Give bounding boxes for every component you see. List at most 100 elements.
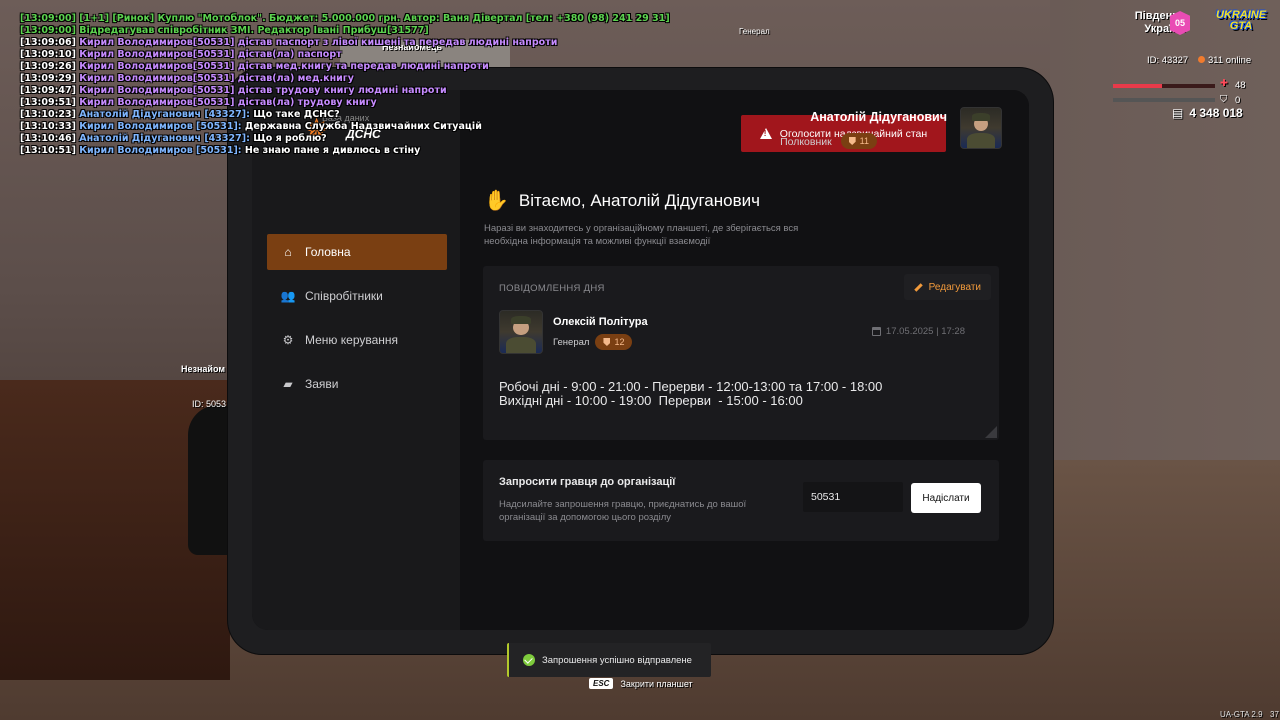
- hud-online: 311 online: [1198, 55, 1251, 66]
- corner-number: 37: [1270, 710, 1279, 719]
- background-wall: [1050, 0, 1280, 460]
- health-bar: [1113, 84, 1215, 88]
- sidebar-item-0[interactable]: ⌂ Головна: [267, 234, 447, 270]
- chat-text: Анатолій Дідуганович [43327]:: [75, 109, 250, 120]
- success-toast: Запрошення успішно відправлене: [507, 643, 711, 677]
- edit-button[interactable]: Редагувати: [903, 274, 991, 300]
- welcome-subtitle: Наразі ви знаходитесь у організаційному …: [484, 223, 799, 247]
- armor-value: 0: [1235, 95, 1241, 106]
- sidebar-item-1[interactable]: 👥 Співробітники: [267, 278, 447, 314]
- user-avatar: [960, 107, 1002, 149]
- chat-line: [13:09:00] Відредагував співробітник ЗМІ…: [20, 25, 670, 37]
- pencil-icon: [913, 282, 923, 292]
- chat-message: Державна Служба Надзвичайних Ситуацій: [241, 121, 482, 132]
- chat-timestamp: [13:10:33]: [20, 121, 76, 132]
- money-value: 4 348 018: [1189, 106, 1243, 120]
- chat-text: [13:09:00] Відредагував співробітник ЗМІ…: [20, 25, 429, 36]
- author-avatar: [499, 310, 543, 354]
- chat-timestamp: [13:09:51]: [20, 97, 76, 108]
- chat-timestamp: [13:10:46]: [20, 133, 76, 144]
- chat-text: [13:09:00] [1+1] [Ринок] Куплю "Мотоблок…: [20, 13, 670, 24]
- chat-timestamp: [13:10:23]: [20, 109, 76, 120]
- chat-line: [13:09:47] Кирил Володимиров[50531] діст…: [20, 85, 670, 97]
- health-bar-fill: [1113, 84, 1162, 88]
- users-icon: 👥: [280, 289, 296, 303]
- sidebar-item-label: Меню керування: [305, 333, 399, 347]
- author-rank-level: 12: [614, 337, 625, 347]
- avatar-cap: [971, 112, 991, 121]
- message-text: Робочі дні - 9:00 - 21:00 - Перерви - 12…: [499, 379, 883, 408]
- edit-button-label: Редагувати: [928, 281, 981, 293]
- world-label-id: ID: 5053: [192, 399, 227, 409]
- invite-description: Надсилайте запрошення гравцю, приєднатис…: [499, 499, 747, 523]
- user-rank-label: Полковник: [780, 136, 832, 148]
- invite-id-input[interactable]: [803, 482, 903, 512]
- chat-text: Анатолій Дідуганович [43327]:: [75, 133, 250, 144]
- chat-line: [13:09:00] [1+1] [Ринок] Куплю "Мотоблок…: [20, 13, 670, 25]
- chat-timestamp: [13:09:10]: [20, 49, 76, 60]
- waving-hand-icon: ✋: [484, 190, 509, 212]
- chat-text: Кирил Володимиров[50531] дістав(ла) мед.…: [75, 73, 354, 84]
- chat-line: [13:09:10] Кирил Володимиров[50531] діст…: [20, 49, 670, 61]
- rank-shield-icon: [848, 137, 856, 145]
- world-label-unknown: Незнайом: [181, 364, 225, 374]
- chat-text: Кирил Володимиров[50531] дістав(ла) труд…: [75, 97, 377, 108]
- message-date-text: 17.05.2025 | 17:28: [885, 326, 965, 337]
- sidebar-item-label: Заяви: [305, 377, 339, 391]
- resize-handle-icon[interactable]: [985, 426, 997, 438]
- chat-text: Кирил Володимиров[50531] дістав мед.книг…: [75, 61, 489, 72]
- esc-key[interactable]: ESC: [589, 678, 614, 689]
- chat-message: Що таке ДСНС?: [249, 109, 340, 120]
- rank-shield-icon: [603, 338, 611, 346]
- online-dot-icon: [1198, 56, 1205, 63]
- chat-timestamp: [13:09:06]: [20, 37, 76, 48]
- close-tablet-hint: ESC Закрити планшет: [589, 678, 693, 689]
- world-label-general: Генерал: [739, 27, 770, 36]
- author-rank: Генерал 12: [553, 334, 633, 350]
- send-invite-button[interactable]: Надіслати: [911, 483, 981, 513]
- message-date: 17.05.2025 | 17:28: [871, 326, 965, 337]
- invite-title: Запросити гравця до організації: [499, 476, 676, 488]
- armor-bar: [1113, 98, 1215, 102]
- chat-text: Кирил Володимиров[50531] дістав трудову …: [75, 85, 447, 96]
- chat-timestamp: [13:09:47]: [20, 85, 76, 96]
- home-icon: ⌂: [284, 245, 292, 259]
- hud-player-id: ID: 43327: [1147, 55, 1189, 66]
- chat-text: Кирил Володимиров[50531] дістав(ла) пасп…: [75, 49, 342, 60]
- chat-log: [13:09:00] [1+1] [Ринок] Куплю "Мотоблок…: [20, 13, 670, 157]
- chat-line: [13:10:51] Кирил Володимиров [50531]: Не…: [20, 145, 670, 157]
- sidebar-item-3[interactable]: ▰ Заяви: [267, 366, 447, 402]
- health-value: 48: [1235, 80, 1246, 91]
- success-toast-text: Запрошення успішно відправлене: [542, 654, 692, 666]
- chat-line: [13:10:46] Анатолій Дідуганович [43327]:…: [20, 133, 670, 145]
- sidebar-item-label: Головна: [305, 245, 351, 259]
- hud-online-text: 311 online: [1208, 55, 1252, 66]
- user-rank: Полковник 11: [780, 133, 877, 149]
- chat-timestamp: [13:09:29]: [20, 73, 76, 84]
- chat-line: [13:09:06] Кирил Володимиров[50531] діст…: [20, 37, 670, 49]
- chat-line: [13:10:23] Анатолій Дідуганович [43327]:…: [20, 109, 670, 121]
- user-name: Анатолій Дідуганович: [810, 110, 947, 124]
- main-content: Оголосити надзвичайний стан Анатолій Дід…: [460, 90, 1029, 630]
- chat-message: Не знаю пане я дивлюсь в стіну: [241, 145, 421, 156]
- user-rank-level: 11: [859, 136, 869, 146]
- version-label: UA-GTA 2.9: [1220, 710, 1263, 719]
- chat-text: Кирил Володимиров [50531]:: [75, 121, 242, 132]
- invite-card: Запросити гравця до організації Надсилай…: [483, 460, 999, 541]
- server-logo-line2: GTA: [1229, 20, 1253, 32]
- welcome-title: ✋ Вітаємо, Анатолій Дідуганович: [484, 188, 760, 213]
- armor-icon: ⛉: [1220, 94, 1228, 105]
- close-tablet-label: Закрити планшет: [620, 678, 693, 689]
- gear-icon: ⚙: [282, 333, 294, 347]
- folder-icon: ▰: [283, 377, 293, 391]
- message-of-day-card: ПОВІДОМЛЕННЯ ДНЯ Редагувати Олексій Полі…: [483, 266, 999, 440]
- welcome-title-text: Вітаємо, Анатолій Дідуганович: [518, 190, 760, 210]
- avatar-body: [967, 132, 995, 148]
- author-rank-label: Генерал: [553, 336, 590, 348]
- region-badge-icon: 05: [1170, 11, 1190, 35]
- server-logo: UKRAINE GTA: [1214, 10, 1268, 38]
- chat-text: Кирил Володимиров[50531] дістав паспорт …: [75, 37, 558, 48]
- chat-line: [13:09:26] Кирил Володимиров[50531] діст…: [20, 61, 670, 73]
- author-avatar-cap: [511, 316, 531, 325]
- sidebar-item-2[interactable]: ⚙ Меню керування: [267, 322, 447, 358]
